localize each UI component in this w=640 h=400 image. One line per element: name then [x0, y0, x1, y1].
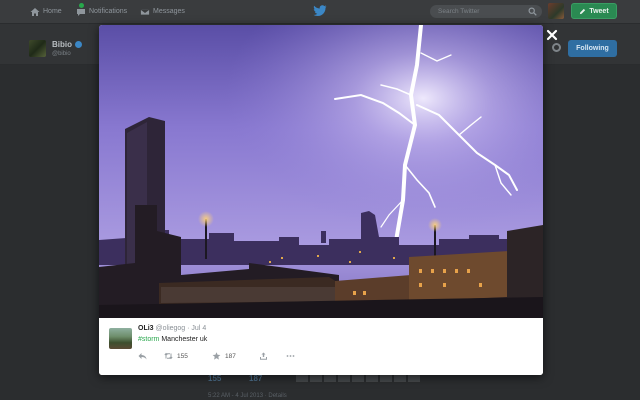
search-icon[interactable]: [528, 7, 537, 16]
top-nav-bar: Home Notifications Messages Search Twitt…: [0, 0, 640, 24]
nav-messages[interactable]: Messages: [140, 0, 185, 23]
reply-button[interactable]: [138, 352, 164, 360]
search-placeholder: Search Twitter: [438, 8, 480, 15]
favorite-count: 187: [225, 352, 236, 360]
background-retweets-count[interactable]: 155: [208, 374, 221, 383]
background-timestamp: 5:22 AM - 4 Jul 2013 · Details: [208, 393, 287, 399]
tweet-author-line: OLi3 @oliegog · Jul 4: [138, 325, 206, 332]
retweet-count: 155: [177, 352, 188, 360]
more-icon: [286, 355, 295, 357]
notifications-icon: [77, 8, 85, 16]
nav-notifications-label: Notifications: [89, 8, 128, 15]
retweet-icon: [164, 352, 173, 360]
profile-handle: @bibio: [52, 51, 71, 57]
media-modal: OLi3 @oliegog · Jul 4 #storm Manchester …: [99, 25, 543, 375]
more-button[interactable]: [286, 352, 295, 360]
share-icon: [260, 352, 267, 360]
favorite-button[interactable]: 187: [212, 352, 259, 360]
storm-photo[interactable]: [99, 25, 543, 318]
reply-icon: [138, 353, 147, 360]
tweet-details: OLi3 @oliegog · Jul 4 #storm Manchester …: [99, 318, 543, 375]
tweet-hashtag[interactable]: #storm: [138, 336, 159, 343]
nav-notifications[interactable]: Notifications: [76, 0, 127, 23]
home-icon: [30, 7, 40, 16]
profile-avatar[interactable]: [29, 40, 46, 57]
compose-icon: [580, 8, 586, 14]
messages-icon: [140, 8, 150, 15]
tweet-body: Manchester uk: [159, 336, 208, 343]
nav-home[interactable]: Home: [30, 0, 62, 23]
notification-dot: [79, 3, 84, 8]
close-icon[interactable]: [545, 28, 559, 42]
tweet-date[interactable]: · Jul 4: [187, 325, 206, 332]
tweet-actions: 155 187: [138, 352, 295, 360]
account-avatar[interactable]: [548, 3, 564, 19]
nav-messages-label: Messages: [153, 8, 185, 15]
background-favorites-count[interactable]: 187: [249, 374, 262, 383]
search-input[interactable]: Search Twitter: [430, 5, 542, 18]
retweet-button[interactable]: 155: [164, 352, 212, 360]
compose-tweet-label: Tweet: [589, 7, 609, 15]
compose-tweet-button[interactable]: Tweet: [571, 3, 617, 19]
favorite-icon: [212, 352, 221, 360]
gear-icon[interactable]: [552, 43, 561, 52]
following-button[interactable]: Following: [568, 40, 617, 57]
tweet-author-name[interactable]: OLi3: [138, 325, 154, 332]
tweet-author-handle[interactable]: @oliegog: [156, 325, 186, 332]
tweet-text: #storm Manchester uk: [138, 336, 207, 343]
verified-icon: [75, 41, 82, 48]
tweet-author-avatar[interactable]: [109, 328, 132, 349]
profile-name-text: Bibio: [52, 40, 72, 49]
nav-home-label: Home: [43, 8, 62, 15]
bird-logo-icon[interactable]: [313, 5, 327, 17]
profile-name[interactable]: Bibio: [52, 40, 82, 49]
share-button[interactable]: [259, 352, 286, 360]
